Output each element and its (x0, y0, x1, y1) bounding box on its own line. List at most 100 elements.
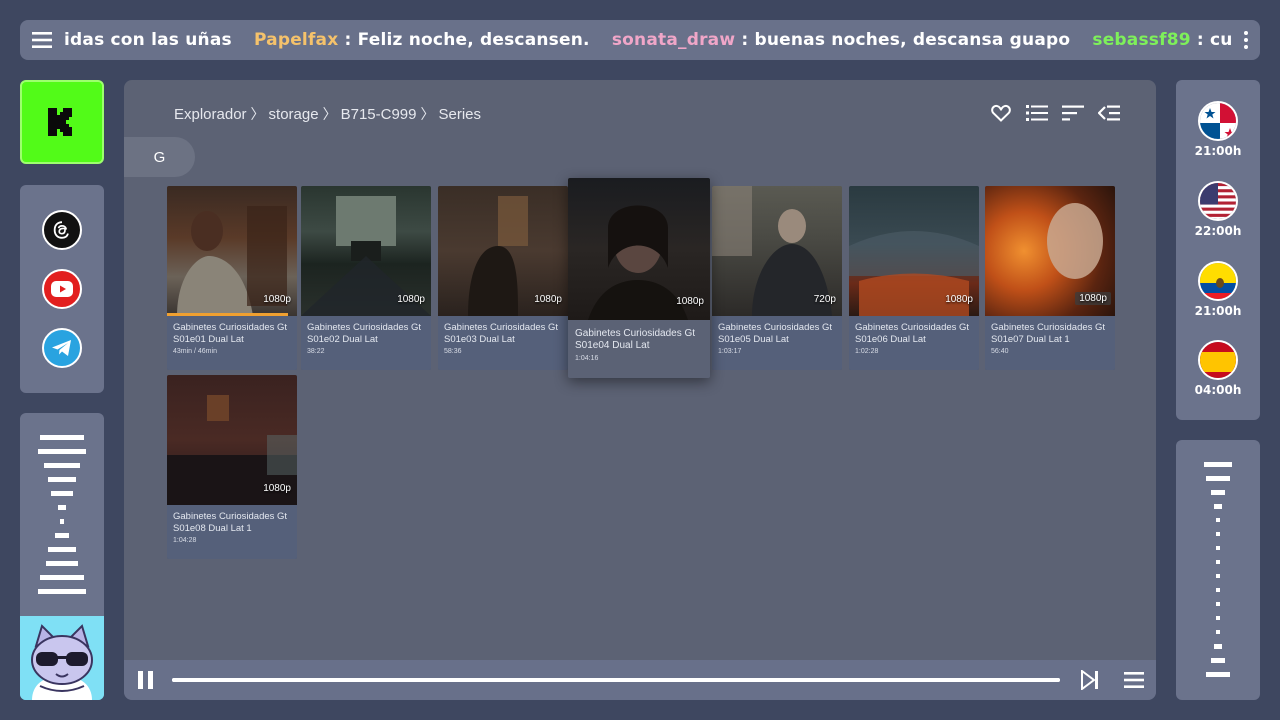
resolution-badge: 1080p (397, 294, 425, 305)
episode-duration: 1:03:17 (718, 348, 742, 355)
episode-title: Gabinetes Curiosidades Gt S01e03 Dual La… (444, 322, 559, 345)
clock-time: 22:00h (1194, 223, 1242, 238)
clock-panama: 21:00h (1194, 101, 1242, 181)
clock-ecuador: 21:00h (1194, 260, 1242, 341)
ecuador-flag-icon (1198, 260, 1238, 301)
playback-controls (124, 660, 1156, 700)
world-clocks-panel: 21:00h 22:00h 21:00h 04:00h (1176, 80, 1260, 420)
pause-icon (138, 671, 153, 689)
browser-toolbar (990, 102, 1120, 124)
skip-next-button[interactable] (1068, 660, 1112, 700)
favorite-heart-icon[interactable] (990, 102, 1012, 124)
breadcrumb-item[interactable]: storage (269, 106, 319, 123)
telegram-icon[interactable] (42, 328, 82, 368)
episode-info: Gabinetes Curiosidades Gt S01e04 Dual La… (568, 320, 710, 378)
spain-flag-icon (1198, 340, 1238, 381)
youtube-icon[interactable] (42, 269, 82, 309)
kick-k-icon (48, 108, 72, 136)
chat-username: sebassf89 (1092, 30, 1191, 50)
chat-username: Papelfax (253, 30, 339, 50)
collapse-list-icon[interactable] (1098, 102, 1120, 124)
resolution-badge: 1080p (263, 294, 291, 305)
episode-title: Gabinetes Curiosidades Gt S01e06 Dual La… (855, 322, 970, 345)
breadcrumb-item[interactable]: Explorador (174, 106, 247, 123)
episode-title: Gabinetes Curiosidades Gt S01e02 Dual La… (307, 322, 422, 345)
clock-time: 21:00h (1194, 303, 1242, 318)
episode-card[interactable]: 1080p Gabinetes Curiosidades Gt S01e07 D… (985, 186, 1115, 370)
breadcrumb-item-current[interactable]: Series (438, 106, 481, 123)
clock-usa: 22:00h (1194, 180, 1242, 261)
episode-duration: 38:22 (307, 348, 325, 355)
equalizer-bars (38, 435, 86, 594)
chat-username: sonata_draw (611, 30, 736, 50)
episode-card[interactable]: 1080p Gabinetes Curiosidades Gt S01e03 D… (438, 186, 568, 370)
cat-sunglasses-avatar (20, 616, 104, 700)
chat-message: idas con las uñas (64, 30, 232, 50)
audio-visualizer-right (1176, 440, 1260, 700)
episode-info: Gabinetes Curiosidades Gt S01e01 Dual La… (167, 316, 297, 370)
pause-button[interactable] (124, 660, 168, 700)
breadcrumb-item[interactable]: B715-C999 (341, 106, 417, 123)
chat-text: : Feliz noche, descansen. (338, 30, 590, 50)
episode-card[interactable]: 1080p Gabinetes Curiosidades Gt S01e06 D… (849, 186, 979, 370)
kick-logo[interactable] (20, 80, 104, 164)
episode-title: Gabinetes Curiosidades Gt S01e04 Dual La… (575, 328, 696, 351)
playlist-button[interactable] (1112, 660, 1156, 700)
resolution-badge: 1080p (945, 294, 973, 305)
clock-time: 21:00h (1194, 144, 1242, 158)
episode-info: Gabinetes Curiosidades Gt S01e06 Dual La… (849, 316, 979, 370)
chat-message: sebassf89 : cuidense y disfruten del vie… (1092, 30, 1232, 50)
resolution-badge: 1080p (263, 483, 291, 494)
resolution-badge: 1080p (534, 294, 562, 305)
letter-filter-pill[interactable]: G (124, 137, 195, 177)
breadcrumb-separator-icon: 〉 (250, 106, 265, 122)
equalizer-bars (1204, 462, 1232, 677)
resolution-badge: 720p (813, 294, 836, 305)
episode-duration: 1:04:28 (173, 537, 197, 544)
audio-visualizer-left (20, 413, 104, 617)
resolution-badge: 1080p (676, 296, 704, 307)
episode-title: Gabinetes Curiosidades Gt S01e01 Dual La… (173, 322, 288, 345)
chat-text: : buenas noches, descansa guapo (735, 30, 1071, 50)
breadcrumb-separator-icon: 〉 (322, 106, 337, 122)
breadcrumb-separator-icon: 〉 (420, 106, 435, 122)
chat-text: idas con las uñas (64, 30, 232, 50)
episode-card[interactable]: 1080p Gabinetes Curiosidades Gt S01e02 D… (301, 186, 431, 370)
media-browser: Explorador 〉 storage 〉 B715-C999 〉 Serie… (124, 80, 1156, 700)
episode-info: Gabinetes Curiosidades Gt S01e03 Dual La… (438, 316, 568, 370)
episode-info: Gabinetes Curiosidades Gt S01e02 Dual La… (301, 316, 431, 370)
letter-filter-label: G (153, 148, 166, 166)
clock-time: 04:00h (1194, 383, 1242, 398)
hamburger-menu-icon[interactable] (20, 20, 64, 60)
resolution-badge: 1080p (1075, 292, 1111, 305)
episode-title: Gabinetes Curiosidades Gt S01e08 Dual La… (173, 511, 288, 534)
episode-duration: 43min / 46min (173, 348, 217, 355)
episode-duration: 1:02:28 (855, 348, 879, 355)
chat-ticker-track: idas con las uñas Papelfax : Feliz noche… (64, 30, 1232, 50)
episode-info: Gabinetes Curiosidades Gt S01e08 Dual La… (167, 505, 297, 559)
episode-duration: 58:36 (444, 348, 462, 355)
threads-icon[interactable] (42, 210, 82, 250)
clock-spain: 04:00h (1194, 340, 1242, 420)
sort-icon[interactable] (1062, 102, 1084, 124)
episode-card[interactable]: 1080p Gabinetes Curiosidades Gt S01e01 D… (167, 186, 297, 370)
panama-flag-icon (1198, 101, 1238, 141)
episode-card[interactable]: 720p Gabinetes Curiosidades Gt S01e05 Du… (712, 186, 842, 370)
episode-info: Gabinetes Curiosidades Gt S01e07 Dual La… (985, 316, 1115, 370)
chat-message: sonata_draw : buenas noches, descansa gu… (612, 30, 1070, 50)
breadcrumb: Explorador 〉 storage 〉 B715-C999 〉 Serie… (174, 104, 481, 124)
episode-card-focused[interactable]: 1080p Gabinetes Curiosidades Gt S01e04 D… (568, 178, 710, 378)
seek-bar[interactable] (172, 678, 1060, 682)
skip-next-icon (1081, 670, 1098, 690)
chat-text: : cuidense y disfruten del viernes ! (1196, 30, 1232, 50)
episode-duration: 56:40 (991, 348, 1009, 355)
episode-card[interactable]: 1080p Gabinetes Curiosidades Gt S01e08 D… (167, 375, 297, 559)
episode-title: Gabinetes Curiosidades Gt S01e07 Dual La… (991, 322, 1106, 345)
episode-info: Gabinetes Curiosidades Gt S01e05 Dual La… (712, 316, 842, 370)
list-view-icon[interactable] (1026, 102, 1048, 124)
playlist-icon (1124, 672, 1144, 688)
more-options-icon[interactable] (1232, 31, 1260, 49)
usa-flag-icon (1198, 180, 1238, 221)
social-links-panel (20, 185, 104, 393)
episode-title: Gabinetes Curiosidades Gt S01e05 Dual La… (718, 322, 833, 345)
